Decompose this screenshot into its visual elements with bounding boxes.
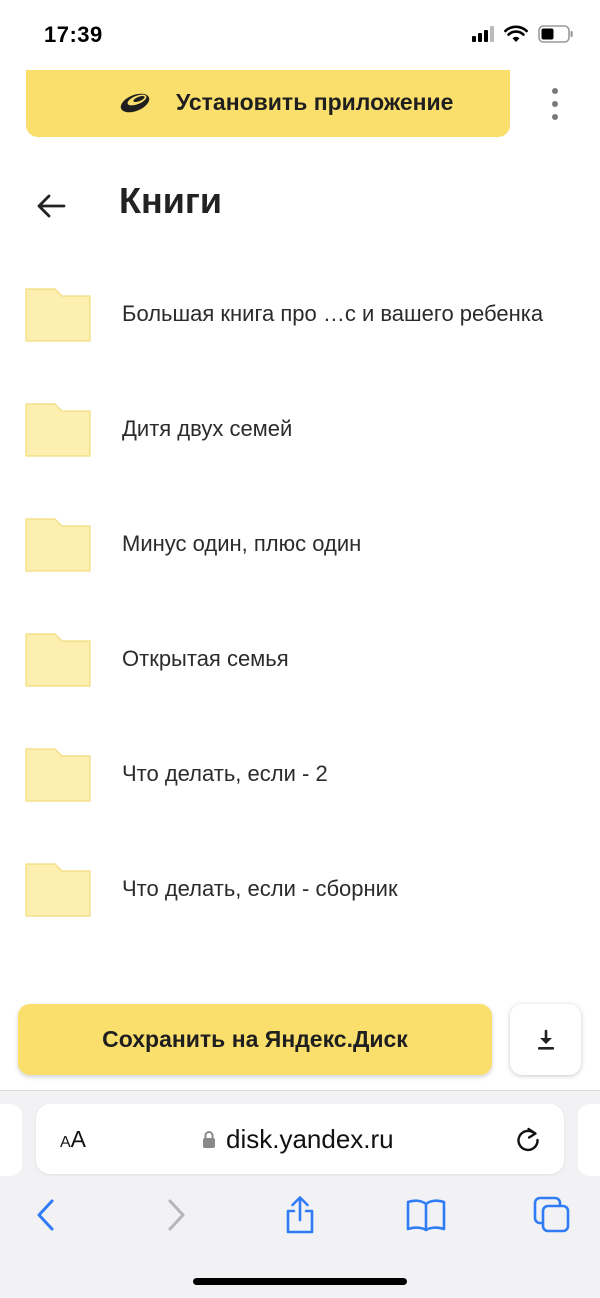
- reload-button[interactable]: [512, 1124, 544, 1156]
- more-dot-icon: [552, 101, 558, 107]
- folder-name: Что делать, если - 2: [122, 761, 328, 786]
- folder-name: Минус один, плюс один: [122, 531, 362, 556]
- folder-name: Дитя двух семей: [122, 416, 293, 441]
- aa-small-letter: A: [60, 1134, 71, 1151]
- folder-icon: [25, 288, 91, 342]
- browser-back-button[interactable]: [22, 1191, 70, 1239]
- install-app-label: Установить приложение: [176, 89, 454, 115]
- tabs-button[interactable]: [528, 1191, 576, 1239]
- back-button[interactable]: [34, 188, 70, 224]
- page-title: Книги: [119, 180, 222, 221]
- forward-chevron-icon: [168, 1199, 185, 1231]
- status-time: 17:39: [44, 22, 103, 47]
- folder-icon: [25, 403, 91, 457]
- save-to-disk-label: Сохранить на Яндекс.Диск: [102, 1026, 408, 1052]
- folder-item[interactable]: Дитя двух семей: [0, 370, 600, 485]
- bookmarks-icon: [406, 1199, 446, 1232]
- folder-icon: [25, 748, 91, 802]
- back-chevron-icon: [37, 1199, 54, 1231]
- browser-forward-button[interactable]: [152, 1191, 200, 1239]
- folder-icon: [25, 518, 91, 572]
- share-icon: [286, 1196, 314, 1234]
- home-indicator: [193, 1278, 407, 1285]
- url-text: disk.yandex.ru: [226, 1124, 394, 1154]
- signal-icon: [472, 26, 494, 42]
- download-icon: [537, 1029, 554, 1050]
- next-tab-peek[interactable]: [578, 1104, 600, 1176]
- status-bar: 17:39: [0, 0, 600, 70]
- arrow-left-icon: [37, 194, 66, 218]
- folder-item[interactable]: Минус один, плюс один: [0, 485, 600, 600]
- more-dot-icon: [552, 88, 558, 94]
- share-button[interactable]: [276, 1191, 324, 1239]
- folder-item[interactable]: Что делать, если - сборник: [0, 830, 600, 945]
- more-options-button[interactable]: [540, 88, 570, 120]
- battery-icon: [538, 25, 573, 43]
- download-button[interactable]: [510, 1004, 581, 1075]
- folder-item[interactable]: Большая книга про …с и вашего ребенка: [0, 255, 600, 370]
- tabs-icon: [533, 1196, 570, 1233]
- reader-options-button[interactable]: AA: [60, 1126, 86, 1153]
- bookmarks-button[interactable]: [402, 1191, 450, 1239]
- folder-name: Открытая семья: [122, 646, 289, 671]
- url-display[interactable]: disk.yandex.ru: [202, 1124, 394, 1155]
- more-dot-icon: [552, 114, 558, 120]
- folder-icon: [25, 633, 91, 687]
- yandex-disk-logo-icon: [120, 93, 150, 113]
- folder-name: Что делать, если - сборник: [122, 876, 398, 901]
- browser-toolbar: [0, 1191, 600, 1241]
- browser-bar: AA disk.yandex.ru: [0, 1090, 600, 1298]
- previous-tab-peek[interactable]: [0, 1104, 22, 1176]
- wifi-icon: [504, 25, 528, 42]
- install-app-banner[interactable]: Установить приложение: [26, 70, 510, 137]
- aa-large-letter: A: [70, 1126, 87, 1152]
- save-to-disk-button[interactable]: Сохранить на Яндекс.Диск: [18, 1004, 492, 1075]
- folder-name: Большая книга про …с и вашего ребенка: [122, 301, 544, 326]
- address-bar[interactable]: AA disk.yandex.ru: [36, 1104, 564, 1174]
- folder-item[interactable]: Что делать, если - 2: [0, 715, 600, 830]
- folder-item[interactable]: Открытая семья: [0, 600, 600, 715]
- reload-icon: [517, 1127, 539, 1152]
- folder-icon: [25, 863, 91, 917]
- lock-icon: [203, 1131, 215, 1148]
- status-icons: [472, 25, 574, 43]
